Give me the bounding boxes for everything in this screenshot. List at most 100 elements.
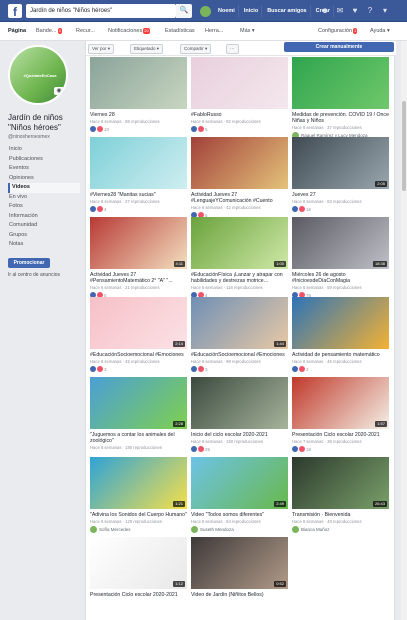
video-reactions[interactable]: 3 xyxy=(191,366,288,372)
friends-icon[interactable]: ☻ xyxy=(320,5,330,16)
video-thumbnail[interactable]: 2:28 xyxy=(90,377,187,429)
video-thumbnail[interactable]: 2:14 xyxy=(90,297,187,349)
video-card[interactable]: 26:43 Transmisión · Bienvenida Hace 6 sema… xyxy=(292,457,389,533)
sort-dropdown[interactable]: Ver por ▾ xyxy=(88,44,115,54)
video-card[interactable]: Medidas de prevención. COVID 19 / Once N… xyxy=(292,57,389,139)
video-title[interactable]: #EducaciónSocioemocional #Emociones xyxy=(191,352,288,358)
video-thumbnail[interactable] xyxy=(191,377,288,429)
video-card[interactable]: Inicio del ciclo escolar 2020-2021 Hace 6… xyxy=(191,377,288,452)
video-card[interactable]: 2:14 #EducaciónSocioemocional #Emociones H… xyxy=(90,297,187,372)
avatar[interactable] xyxy=(200,5,211,17)
video-title[interactable]: Viernes 28 xyxy=(90,112,187,118)
video-title[interactable]: #EducaciónFísica ¡Lanzar y atrapar con h… xyxy=(191,272,288,284)
video-title[interactable]: Actividad Jueves 27 #LenguajeYComunicaci… xyxy=(191,192,288,204)
video-thumbnail[interactable]: 0:52 xyxy=(191,537,288,589)
video-reactions[interactable]: 2 xyxy=(292,366,389,372)
share-dropdown[interactable]: Compartir ▾ xyxy=(180,44,212,54)
video-thumbnail[interactable]: 1:12 xyxy=(90,537,187,589)
scrollbar-thumb[interactable] xyxy=(402,101,406,191)
video-title[interactable]: Actividad de pensamiento matemático xyxy=(292,352,389,358)
video-card[interactable]: #Viernes28 "Manitas sucias" Hace 6 semana… xyxy=(90,137,187,212)
video-title[interactable]: Jueves 27 xyxy=(292,192,389,198)
tab-help[interactable]: Ayuda ▾ xyxy=(370,26,390,36)
video-card[interactable]: Actividad de pensamiento matemático Hace … xyxy=(292,297,389,372)
page-username[interactable]: @ninosheroesmex xyxy=(8,134,80,140)
scrollbar[interactable] xyxy=(401,41,407,620)
video-title[interactable]: Video de Jardín (Niñitos Bellos) xyxy=(191,592,288,598)
notifications-icon[interactable]: ♥ xyxy=(350,5,360,16)
video-thumbnail[interactable] xyxy=(191,137,288,189)
video-card[interactable]: 0:52 Video de Jardín (Niñitos Bellos) xyxy=(191,537,288,598)
video-thumbnail[interactable]: 26:43 xyxy=(292,457,389,509)
video-title[interactable]: Presentación Ciclo escolar 2020-2021 xyxy=(90,592,187,598)
filter-dropdown[interactable]: Etiquetado ▾ xyxy=(130,44,164,54)
video-card[interactable]: 2:28 "Juguemos a contar los animales del … xyxy=(90,377,187,450)
search-input[interactable]: Jardín de niños "Niños héroes" xyxy=(26,4,176,18)
facebook-logo-icon[interactable]: f xyxy=(8,4,22,19)
messenger-icon[interactable]: ✉ xyxy=(335,5,345,16)
more-options-button[interactable]: ··· xyxy=(226,44,239,54)
video-title[interactable]: Inicio del ciclo escolar 2020-2021 xyxy=(191,432,288,438)
video-owner[interactable]: Suseth Mendoza xyxy=(191,526,288,533)
video-reactions[interactable]: 16 xyxy=(292,206,389,212)
tab-insights[interactable]: Estadísticas xyxy=(165,26,195,36)
video-title[interactable]: Video "Todos somos diferentes" xyxy=(191,512,288,518)
nav-home[interactable]: Inicio xyxy=(241,5,263,17)
video-thumbnail[interactable]: 2:49 xyxy=(191,457,288,509)
video-thumbnail[interactable] xyxy=(292,297,389,349)
video-card[interactable]: 1:57 Presentación Ciclo escolar 2020-2021… xyxy=(292,377,389,452)
sidebar-item-7[interactable]: Información xyxy=(8,212,80,222)
sidebar-item-3[interactable]: Opiniones xyxy=(8,174,80,184)
video-card[interactable]: 18:38 Miércoles 26 de agosto #InicioesdeD… xyxy=(292,217,389,298)
video-title[interactable]: "Juguemos a contar los animales del zool… xyxy=(90,432,187,444)
sidebar-item-0[interactable]: Inicio xyxy=(8,145,80,155)
nav-find-friends[interactable]: Buscar amigos xyxy=(264,5,311,17)
sidebar-item-4[interactable]: Videos xyxy=(8,183,80,193)
video-card[interactable]: 1:21 "Adivina los Sonidos del Cuerpo Huma… xyxy=(90,457,187,533)
video-thumbnail[interactable] xyxy=(292,57,389,109)
video-reactions[interactable]: 4 xyxy=(90,206,187,212)
video-thumbnail[interactable] xyxy=(191,57,288,109)
video-card[interactable]: Viernes 28 Hace 6 semanas · 88 reproducci… xyxy=(90,57,187,132)
sidebar-item-9[interactable]: Grupos xyxy=(8,231,80,241)
video-title[interactable]: Miércoles 26 de agosto #InicioesdeDíaCon… xyxy=(292,272,389,284)
tab-tools[interactable]: Herra... xyxy=(205,26,223,36)
video-title[interactable]: #Viernes28 "Manitas sucias" xyxy=(90,192,187,198)
video-reactions[interactable]: 25 xyxy=(191,446,288,452)
video-thumbnail[interactable]: 1:21 xyxy=(90,457,187,509)
video-title[interactable]: "Adivina los Sonidos del Cuerpo Humano" xyxy=(90,512,187,518)
video-thumbnail[interactable]: 1:57 xyxy=(292,377,389,429)
video-card[interactable]: 4:11 Actividad Jueves 27 #PensamientoMate… xyxy=(90,217,187,298)
video-owner[interactable]: Bianca Muñoz xyxy=(292,526,389,533)
video-title[interactable]: Presentación Ciclo escolar 2020-2021 xyxy=(292,432,389,438)
page-title[interactable]: Jardín de niños "Niños héroes" xyxy=(8,113,80,133)
help-icon[interactable]: ? xyxy=(365,5,375,16)
sidebar-item-2[interactable]: Eventos xyxy=(8,164,80,174)
tab-settings[interactable]: Configuración 1 xyxy=(318,26,358,36)
tab-notifications[interactable]: Notificaciones 20 xyxy=(108,26,150,36)
video-title[interactable]: Actividad Jueves 27 #PensamientoMatemáti… xyxy=(90,272,187,284)
tab-page[interactable]: Página xyxy=(8,26,26,36)
search-icon[interactable]: 🔍 xyxy=(176,4,192,18)
video-reactions[interactable]: 3 xyxy=(90,366,187,372)
chevron-down-icon[interactable]: ▾ xyxy=(380,5,390,16)
video-card[interactable]: 2:49 Video "Todos somos diferentes" Hace 6… xyxy=(191,457,288,533)
sidebar-item-10[interactable]: Notas xyxy=(8,240,80,250)
video-card[interactable]: 2:05 Jueves 27 Hace 6 semanas · 83 reprodu… xyxy=(292,137,389,212)
video-card[interactable]: Actividad Jueves 27 #LenguajeYComunicaci… xyxy=(191,137,288,218)
sidebar-item-5[interactable]: En vivo xyxy=(8,193,80,203)
video-owner[interactable]: Sofía Mercedes xyxy=(90,526,187,533)
video-title[interactable]: #FabloRusso xyxy=(191,112,288,118)
video-card[interactable]: 1:12 Presentación Ciclo escolar 2020-2021 xyxy=(90,537,187,598)
video-card[interactable]: 1:00 #EducaciónFísica ¡Lanzar y atrapar c… xyxy=(191,217,288,298)
video-reactions[interactable]: 10 xyxy=(90,126,187,132)
video-title[interactable]: Transmisión · Bienvenida xyxy=(292,512,389,518)
video-reactions[interactable]: 18 xyxy=(292,446,389,452)
video-thumbnail[interactable] xyxy=(90,137,187,189)
tab-resources[interactable]: Recur... xyxy=(76,26,95,36)
video-thumbnail[interactable]: 1:44 xyxy=(191,297,288,349)
sidebar-item-6[interactable]: Fotos xyxy=(8,202,80,212)
profile-picture[interactable]: #QuédateEnCasa ◉ xyxy=(8,45,68,105)
video-title[interactable]: Medidas de prevención. COVID 19 / Once N… xyxy=(292,112,389,124)
nav-profile[interactable]: Noemi xyxy=(215,5,239,17)
